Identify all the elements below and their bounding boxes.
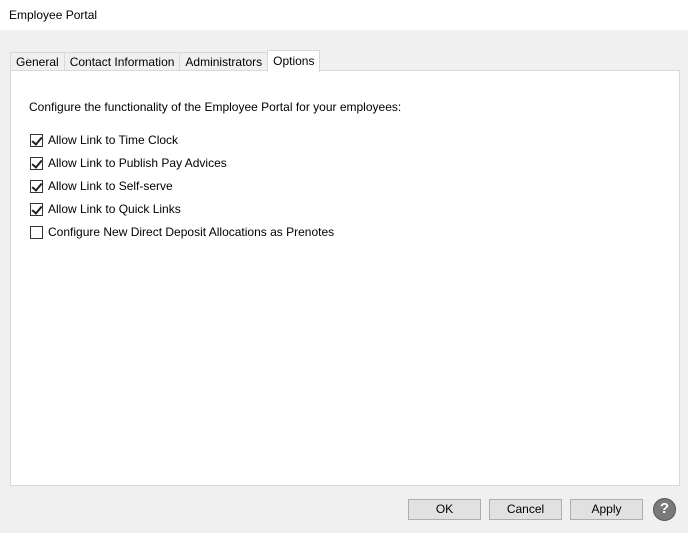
option-label: Allow Link to Time Clock xyxy=(48,133,179,147)
option-label: Configure New Direct Deposit Allocations… xyxy=(48,225,335,239)
option-time-clock[interactable]: Allow Link to Time Clock xyxy=(30,133,178,147)
tab-administrators[interactable]: Administrators xyxy=(179,52,269,71)
option-label: Allow Link to Self-serve xyxy=(48,179,173,193)
option-quick-links[interactable]: Allow Link to Quick Links xyxy=(30,202,181,216)
options-panel: Configure the functionality of the Emplo… xyxy=(10,70,680,486)
checkbox-self-serve[interactable] xyxy=(30,179,43,193)
checkbox-publish-pay-advices[interactable] xyxy=(30,156,43,170)
option-publish-pay-advices[interactable]: Allow Link to Publish Pay Advices xyxy=(30,156,227,170)
tab-contact-information[interactable]: Contact Information xyxy=(63,52,181,71)
option-prenotes[interactable]: Configure New Direct Deposit Allocations… xyxy=(30,225,334,239)
tab-options[interactable]: Options xyxy=(267,50,321,72)
checkbox-prenotes[interactable] xyxy=(30,225,43,239)
checkbox-quick-links[interactable] xyxy=(30,202,43,216)
apply-button[interactable]: Apply xyxy=(570,499,643,520)
options-description: Configure the functionality of the Emplo… xyxy=(29,100,402,114)
option-label: Allow Link to Publish Pay Advices xyxy=(48,156,227,170)
checkbox-time-clock[interactable] xyxy=(30,133,43,147)
title-bar: Employee Portal xyxy=(0,0,688,30)
option-label: Allow Link to Quick Links xyxy=(48,202,181,216)
help-icon[interactable]: ? xyxy=(653,498,676,521)
window-title: Employee Portal xyxy=(9,8,98,22)
cancel-button[interactable]: Cancel xyxy=(489,499,562,520)
ok-button[interactable]: OK xyxy=(408,499,481,520)
tab-general[interactable]: General xyxy=(10,52,65,71)
tab-strip: General Contact Information Administrato… xyxy=(10,50,321,72)
option-self-serve[interactable]: Allow Link to Self-serve xyxy=(30,179,173,193)
